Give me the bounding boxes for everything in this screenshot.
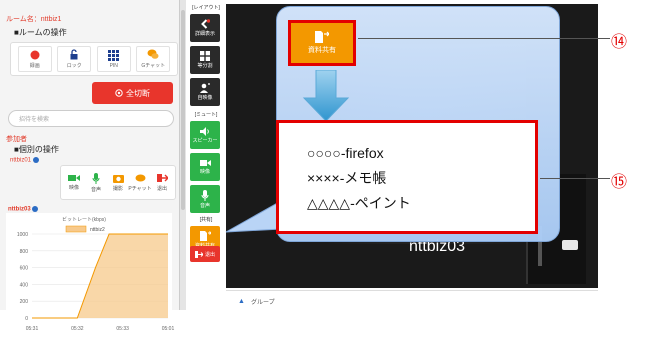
speaker-mute-label: スピーカー [192,137,218,144]
group-chat-label: Gチャット [141,63,166,69]
self-view-label: 自映像 [197,95,213,101]
self-view-button[interactable]: 自映像 [190,78,220,106]
lock-button[interactable]: ロック [57,46,92,72]
record-label: 録画 [29,62,40,69]
leave-button[interactable]: 退出 [190,246,220,262]
left-panel-scroll-thumb[interactable] [181,10,185,210]
room-ops-heading: ■ルームの操作 [14,28,67,37]
voice-mute-label: 音声 [199,202,210,209]
mic-icon [92,172,100,184]
individual-ops-card: 映像 音声 撮影 Pチャット 退出 [60,165,176,200]
legend-label: nttbiz2 [90,227,105,233]
video-scene-panel [526,174,586,284]
private-chat-icon [135,174,145,181]
y-tick-label: 1000 [17,232,28,238]
power-icon [115,89,123,97]
grid-icon [200,51,210,61]
x-tick-label: 05:31 [26,326,39,332]
disconnect-all-label: 全切断 [126,88,150,98]
y-tick-label: 800 [20,249,29,255]
video-icon [68,175,80,181]
camera-icon [112,174,124,183]
record-icon [30,50,40,59]
participant-name-text: nttbiz03 [8,206,31,213]
share-section-header: [共有] [199,217,213,223]
group-chat-icon [147,49,159,59]
x-tick-label: 05:32 [71,326,84,332]
info-icon[interactable] [32,157,39,163]
bitrate-chart: 1000 800 600 400 200 0 05:31 05:32 05:33 05:01 n… [17,225,175,332]
speaker-icon [200,126,209,136]
share-document-icon [199,231,211,241]
y-tick-label: 600 [20,266,29,272]
invite-search-input[interactable]: 招待を検索 [8,110,174,127]
mute-section-header: [ミュート] [194,112,218,118]
split-view-button[interactable]: 等分割 [190,46,220,74]
mic-icon [201,189,209,201]
user-icon [200,83,210,93]
annotation-marker-15: ⑮ [611,174,628,191]
video-mute-button[interactable]: 映像 [190,153,220,181]
group-chat-button[interactable]: Gチャット [136,46,171,72]
pin-button[interactable]: PIN [96,46,131,72]
split-view-label: 等分割 [197,63,213,69]
exit-icon [156,174,168,182]
pin-label: PIN [109,62,118,69]
participant-kick-label: 退出 [156,186,167,192]
video-icon [199,160,211,166]
layout-section-header: [レイアウト] [192,5,220,11]
info-icon[interactable] [32,206,39,212]
y-axis-ticks: 1000 800 600 400 200 0 [17,232,28,322]
participant-capture-button[interactable]: 撮影 [109,169,128,197]
detail-view-button[interactable]: 詳細表示 [190,14,220,42]
participants-heading: 参加者 [6,136,27,143]
y-tick-label: 400 [20,282,29,288]
group-bar[interactable]: ▲ グループ [226,290,598,312]
video-background [326,44,526,244]
room-name: ルーム名：nttbiz1 [6,16,62,23]
side-toolbar: [レイアウト] 詳細表示 等分割 自映像 [ミュート] スピーカー 映像 音声 … [186,0,224,300]
video-participant-name: nttbiz03 [408,238,466,255]
participant-name: nttbiz01 [10,157,39,164]
group-bar-label: グループ [250,300,275,306]
lock-label: ロック [66,63,82,69]
y-tick-label: 0 [25,316,28,322]
x-axis-ticks: 05:31 05:32 05:33 05:01 [26,326,175,332]
legend-swatch [65,225,87,233]
participant-name: nttbiz03 [8,206,39,213]
record-button[interactable]: 録画 [17,46,52,72]
annotation-marker-14: ⑭ [611,34,628,51]
participant-name-text: nttbiz01 [10,157,32,164]
y-tick-label: 200 [20,299,29,305]
video-mute-label: 映像 [199,169,210,175]
lock-icon [70,49,78,60]
x-tick-label: 05:01 [162,326,175,332]
chevron-left-icon [201,19,210,29]
participant-audio-label: 音声 [90,186,101,193]
pin-grid-icon [108,49,120,61]
participant-video-button[interactable]: 映像 [65,169,84,197]
participant-private-chat-button[interactable]: Pチャット [128,169,152,197]
voice-mute-button[interactable]: 音声 [190,185,220,213]
participant-audio-button[interactable]: 音声 [87,169,106,197]
x-tick-label: 05:33 [116,326,129,332]
participant-private-chat-label: Pチャット [128,185,152,192]
detail-view-label: 詳細表示 [194,31,215,37]
leave-label: 退出 [204,252,215,258]
exit-icon [194,250,203,258]
video-area[interactable]: nttbiz03 [226,4,598,288]
participant-kick-button[interactable]: 退出 [153,169,172,197]
bitrate-area [32,234,168,318]
disconnect-all-button[interactable]: 全切断 [92,82,173,104]
room-ops-card: 録画 ロック PIN Gチャット [10,42,178,76]
individual-ops-heading: ■個別の操作 [14,145,59,154]
participant-video-label: 映像 [68,185,79,191]
participant-capture-label: 撮影 [112,185,123,192]
speaker-mute-button[interactable]: スピーカー [190,121,220,149]
chevron-up-icon[interactable]: ▲ [238,298,245,305]
